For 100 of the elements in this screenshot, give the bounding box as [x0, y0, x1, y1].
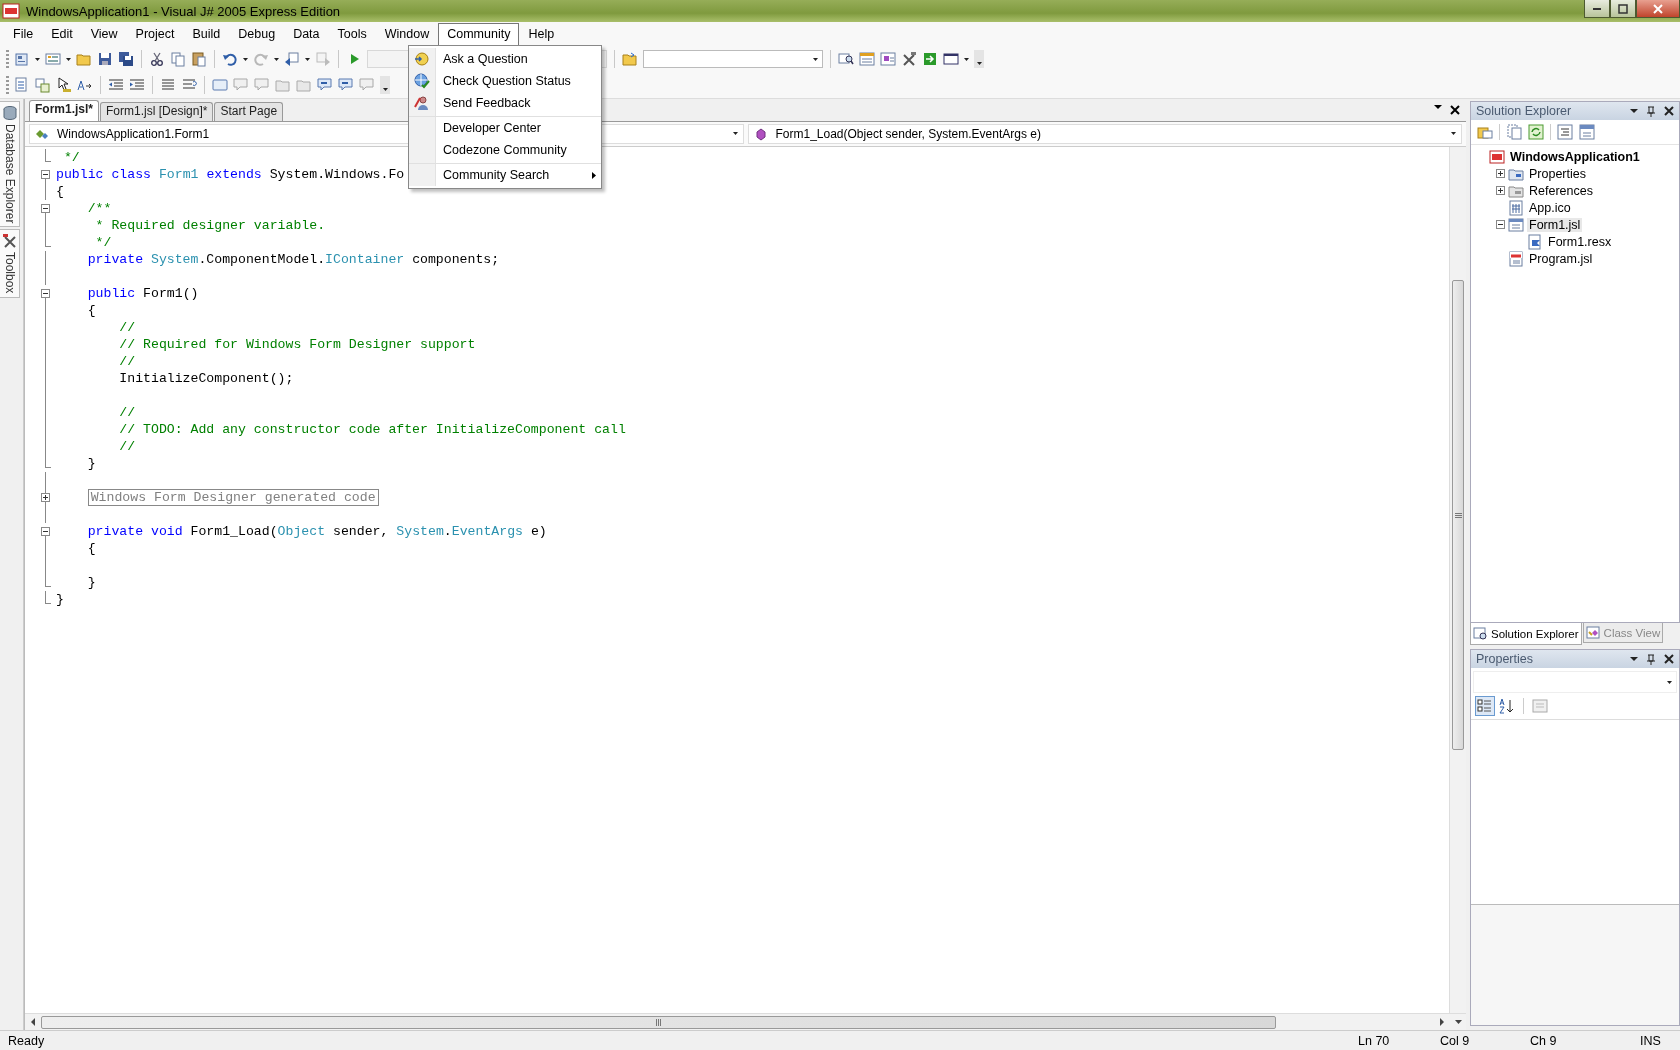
tree-item[interactable]: Program.jsl — [1527, 251, 1595, 266]
menu-item[interactable]: Check Question Status — [409, 70, 601, 92]
expand-icon[interactable] — [41, 493, 50, 502]
menu-item[interactable]: Send Feedback — [409, 92, 601, 114]
new-project-icon[interactable] — [14, 51, 30, 67]
expand-icon[interactable] — [1496, 169, 1505, 178]
tree-item[interactable]: References — [1527, 183, 1595, 198]
menu-item[interactable]: Developer Center — [409, 116, 601, 139]
grip-icon — [1454, 512, 1462, 518]
close-button[interactable] — [1636, 0, 1680, 18]
lines-icon[interactable] — [160, 77, 176, 93]
minimize-button[interactable] — [1584, 0, 1610, 18]
scroll-right-icon[interactable] — [1440, 1018, 1444, 1026]
object-browser-icon[interactable] — [880, 51, 896, 67]
tree-item[interactable]: Form1.jsl — [1527, 217, 1583, 232]
source-file-icon — [1508, 250, 1524, 267]
code-line: InitializeComponent(); — [118, 370, 294, 387]
expand-icon[interactable] — [1496, 186, 1505, 195]
collapse-icon[interactable] — [41, 204, 50, 213]
resource-file-icon — [1527, 233, 1543, 250]
scroll-left-icon[interactable] — [31, 1018, 35, 1026]
side-tab[interactable]: Database Explorer — [0, 101, 20, 228]
scroll-down-icon[interactable] — [1454, 1020, 1462, 1024]
view-designer-icon[interactable] — [1579, 124, 1595, 140]
tree-item[interactable]: App.ico — [1527, 200, 1573, 215]
menu-item[interactable]: Ask a Question — [409, 48, 601, 70]
refresh-icon[interactable] — [1528, 124, 1544, 140]
toolbar-overflow-button[interactable] — [380, 76, 390, 94]
code-line: } — [86, 455, 96, 472]
tree-item[interactable]: Form1.resx — [1546, 234, 1614, 249]
folder-icon[interactable] — [622, 51, 638, 67]
menu-item[interactable]: Debug — [229, 22, 285, 46]
collapse-icon[interactable] — [41, 289, 50, 298]
menu-item[interactable]: Help — [519, 22, 564, 46]
scrollbar-thumb[interactable] — [1452, 280, 1464, 750]
properties-icon[interactable] — [1477, 124, 1493, 140]
menu-item[interactable]: Project — [126, 22, 184, 46]
close-icon[interactable] — [1450, 105, 1460, 115]
document-tab[interactable]: Form1.jsl [Design]* — [100, 102, 214, 121]
grid-file-icon — [1508, 199, 1524, 216]
caret-icon[interactable] — [35, 57, 40, 61]
arrow-lines-icon[interactable] — [35, 77, 51, 93]
undo-arrow-icon[interactable] — [222, 51, 238, 67]
scissors-icon[interactable] — [149, 51, 165, 67]
view-code-icon[interactable] — [1557, 124, 1573, 140]
member-dropdown[interactable]: Form1_Load(Object sender, System.EventArgs e) — [747, 124, 1462, 144]
dropdown-caret-icon[interactable] — [1434, 105, 1442, 109]
document-tab[interactable]: Start Page — [214, 102, 284, 121]
hammer-wrench-icon[interactable] — [901, 51, 917, 67]
caret-icon[interactable] — [274, 57, 279, 61]
maximize-icon — [1618, 3, 1628, 14]
menu-item[interactable]: View — [81, 22, 127, 46]
side-tab[interactable]: Toolbox — [0, 229, 20, 298]
grip-icon — [656, 1018, 661, 1026]
caret-icon — [382, 88, 388, 91]
collapse-icon[interactable] — [41, 527, 50, 536]
collapsed-region[interactable]: Windows Form Designer generated code — [87, 489, 379, 506]
navigate-back-icon[interactable] — [284, 51, 300, 67]
indent-icon[interactable] — [129, 77, 145, 93]
speech-bubble-icon[interactable] — [317, 77, 333, 93]
floppy-disks-icon[interactable] — [118, 51, 134, 67]
dropdown-caret-icon[interactable] — [1630, 657, 1638, 661]
collapse-icon[interactable] — [41, 170, 50, 179]
clipboard-icon[interactable] — [191, 51, 207, 67]
collapse-icon[interactable] — [1496, 220, 1505, 229]
pin-icon[interactable] — [1646, 653, 1656, 665]
menu-item[interactable]: Data — [284, 22, 329, 46]
maximize-button[interactable] — [1610, 0, 1636, 18]
caret-icon[interactable] — [66, 57, 71, 61]
panel-tab[interactable]: Solution Explorer — [1470, 623, 1582, 645]
menu-item[interactable]: Community — [438, 22, 520, 46]
menu-item[interactable]: Window — [375, 22, 439, 46]
caret-icon[interactable] — [305, 57, 310, 61]
menu-item[interactable]: Community Search — [409, 163, 601, 186]
code-line: // Required for Windows Form Designer support — [118, 336, 476, 353]
cursor-icon[interactable] — [56, 77, 72, 93]
speech-bubble-icon[interactable] — [338, 77, 354, 93]
menu-item[interactable]: Tools — [328, 22, 376, 46]
caret-icon[interactable] — [964, 57, 969, 61]
minimize-icon — [1593, 7, 1601, 10]
caret-icon — [732, 132, 739, 136]
outdent-icon[interactable] — [108, 77, 124, 93]
pin-icon[interactable] — [1646, 105, 1656, 117]
command-window-icon[interactable] — [943, 51, 959, 67]
alphabetical-sort-icon[interactable] — [1499, 698, 1515, 714]
caret-icon[interactable] — [243, 57, 248, 61]
close-icon[interactable] — [1664, 106, 1674, 116]
menu-item[interactable]: Edit — [42, 22, 82, 46]
document-tab[interactable]: Form1.jsl* — [29, 100, 100, 121]
start-page-icon[interactable] — [922, 51, 938, 67]
copy-icon[interactable] — [170, 51, 186, 67]
tree-item[interactable]: WindowsApplication1 — [1508, 149, 1642, 164]
tree-item[interactable]: Properties — [1527, 166, 1588, 181]
close-icon[interactable] — [1664, 654, 1674, 664]
menu-item[interactable]: Build — [183, 22, 230, 46]
find-icon[interactable] — [838, 51, 854, 67]
scrollbar-thumb[interactable] — [41, 1015, 1276, 1029]
menu-item[interactable]: File — [4, 22, 43, 46]
toolbar-overflow-button[interactable] — [974, 50, 984, 68]
dropdown-caret-icon[interactable] — [1630, 109, 1638, 113]
